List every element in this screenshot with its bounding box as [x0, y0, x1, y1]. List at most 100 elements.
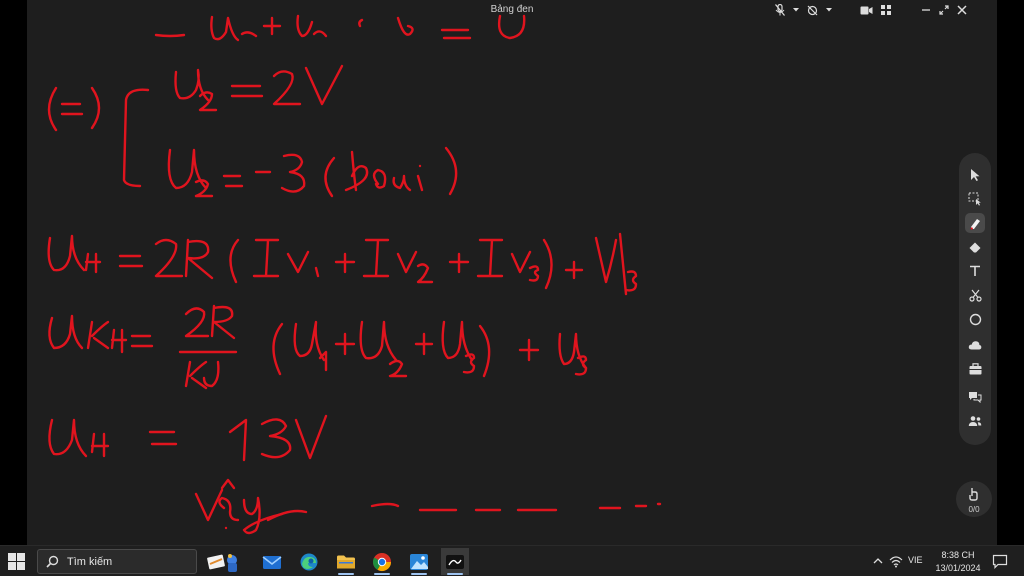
- hand-raise-icon: [969, 488, 978, 501]
- ink-stroke: [110, 328, 128, 354]
- ink-stroke: [416, 164, 424, 192]
- widgets-icon: [207, 553, 237, 572]
- whiteboard-window: Bảng đen 0/0: [0, 0, 1024, 545]
- ink-stroke: [184, 238, 214, 280]
- ink-stroke: [210, 304, 236, 340]
- folder-icon: [337, 555, 355, 568]
- ink-stroke: [130, 334, 154, 348]
- chrome-icon: [372, 552, 391, 571]
- ink-stroke: [476, 238, 504, 278]
- ink-stroke: [222, 174, 244, 188]
- ink-stroke: [90, 432, 110, 458]
- ink-stroke: [510, 250, 532, 274]
- page-counter[interactable]: 0/0: [956, 481, 992, 517]
- ink-stroke: [220, 478, 236, 490]
- ink-stroke: [370, 502, 400, 508]
- ink-stroke: [416, 263, 434, 284]
- pen-icon[interactable]: [965, 213, 985, 233]
- taskbar-photos[interactable]: [405, 548, 433, 575]
- ink-stroke: [154, 238, 184, 278]
- ink-stroke: [362, 238, 390, 278]
- counter-label: 0/0: [968, 505, 980, 514]
- ink-stroke: [478, 324, 491, 378]
- ink-stroke: [229, 238, 240, 284]
- ink-stroke: [48, 418, 88, 458]
- ink-stroke: [618, 232, 628, 296]
- ink-stroke: [47, 234, 86, 272]
- mail-icon: [262, 555, 282, 569]
- ink-stroke: [358, 18, 364, 28]
- ink-stroke: [314, 266, 320, 278]
- ink-stroke: [294, 414, 328, 460]
- ink-stroke: [260, 418, 292, 459]
- taskbar: Tìm kiếm VIE 8:38 CH 13/01/2024: [0, 545, 1024, 576]
- taskbar-file-explorer[interactable]: [332, 548, 360, 575]
- ink-stroke: [184, 307, 210, 338]
- ink-stroke: [84, 252, 102, 274]
- clock-date[interactable]: 13/01/2024: [930, 563, 986, 573]
- ink-stroke: [497, 14, 526, 40]
- ink-stroke: [174, 68, 210, 102]
- ink-stroke: [414, 332, 434, 356]
- scissors-icon[interactable]: [965, 285, 985, 305]
- taskbar-mail[interactable]: [258, 548, 286, 575]
- input-language[interactable]: VIE: [908, 555, 928, 565]
- ink-stroke: [528, 265, 540, 282]
- ink-stroke: [334, 252, 356, 274]
- taskbar-chrome[interactable]: [368, 548, 396, 575]
- ink-stroke: [210, 15, 240, 42]
- notification-icon[interactable]: [992, 554, 1008, 569]
- chevron-up-icon[interactable]: [872, 554, 884, 568]
- ink-stroke: [334, 332, 356, 356]
- ink-stroke: [372, 168, 387, 189]
- ink-stroke: [184, 360, 208, 390]
- ink-stroke: [167, 148, 208, 190]
- cloud-icon[interactable]: [965, 335, 985, 355]
- wifi-icon[interactable]: [889, 554, 903, 568]
- ink-stroke: [60, 102, 84, 116]
- ink-stroke: [122, 88, 150, 188]
- select-arrow-icon[interactable]: [965, 165, 985, 185]
- clock-time[interactable]: 8:38 CH: [930, 550, 986, 560]
- ink-stroke: [392, 174, 412, 192]
- taskbar-edge[interactable]: [295, 548, 323, 575]
- text-icon[interactable]: [965, 261, 985, 281]
- edge-icon: [300, 553, 318, 570]
- handwriting-ink: [47, 14, 662, 535]
- ink-stroke: [262, 16, 282, 36]
- taskbar-search[interactable]: Tìm kiếm: [37, 549, 197, 574]
- taskbar-widgets[interactable]: [198, 548, 250, 575]
- ink-stroke: [272, 70, 302, 106]
- ink-stroke: [594, 236, 618, 284]
- ink-stroke: [47, 86, 58, 132]
- lasso-select-icon[interactable]: [965, 189, 985, 209]
- ink-stroke: [518, 338, 540, 362]
- ink-stroke: [198, 91, 218, 112]
- ink-stroke: [194, 488, 224, 522]
- ink-stroke: [344, 150, 369, 192]
- ink-stroke: [444, 146, 458, 196]
- ink-stroke: [202, 360, 220, 388]
- ink-stroke: [280, 153, 306, 193]
- ink-stroke: [194, 179, 214, 198]
- comment-icon[interactable]: [965, 387, 985, 407]
- photos-icon: [410, 553, 428, 570]
- toolbox-icon[interactable]: [965, 359, 985, 379]
- ink-stroke: [218, 496, 240, 522]
- taskbar-whiteboard[interactable]: [441, 548, 469, 575]
- windows-start-button[interactable]: [8, 553, 25, 570]
- people-icon[interactable]: [965, 411, 985, 431]
- ink-stroke: [448, 252, 470, 274]
- shape-icon[interactable]: [965, 309, 985, 329]
- ink-stroke: [286, 250, 310, 274]
- ink-stroke: [230, 84, 264, 98]
- ink-stroke: [148, 430, 178, 446]
- ink-stroke: [154, 33, 186, 38]
- eraser-icon[interactable]: [965, 237, 985, 257]
- ink-stroke: [324, 156, 336, 198]
- ink-stroke: [440, 28, 472, 40]
- drawing-toolbar: [959, 153, 991, 445]
- ink-stroke: [396, 250, 418, 274]
- ink-stroke: [304, 64, 344, 106]
- ink-stroke: [252, 238, 280, 278]
